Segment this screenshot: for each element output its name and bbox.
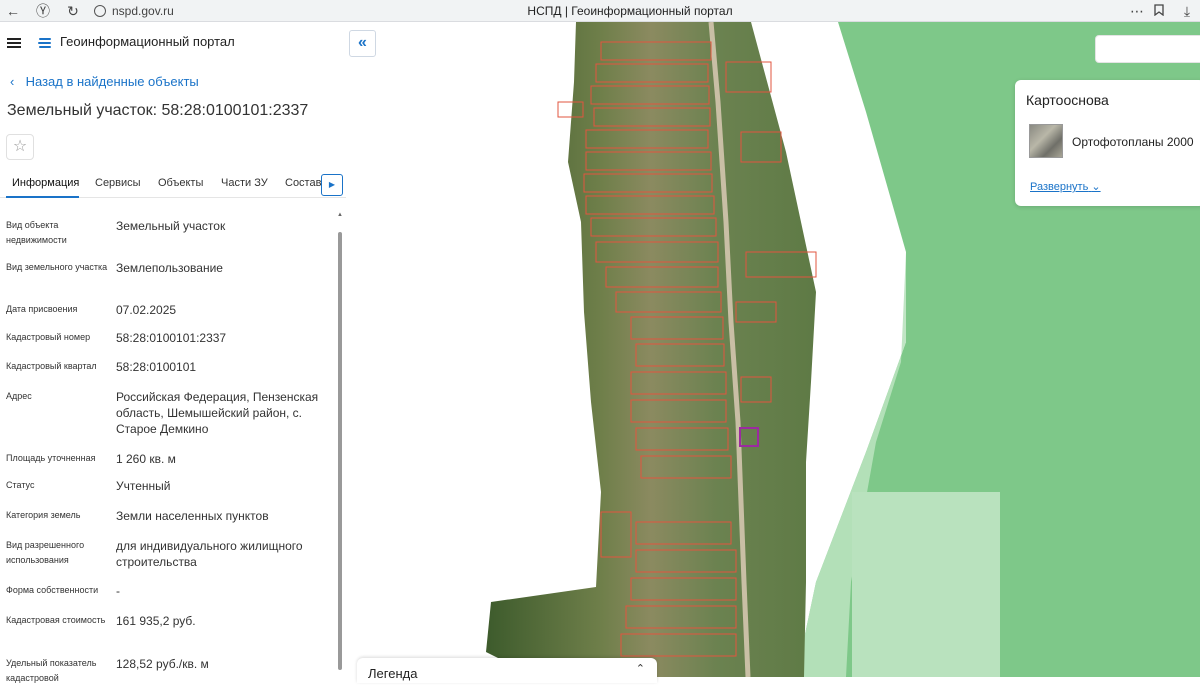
property-label: Статус xyxy=(6,480,35,490)
property-label: Вид объекта недвижимости xyxy=(6,220,67,245)
property-label: Удельный показатель кадастровой xyxy=(6,658,97,683)
property-value: 1 260 кв. м xyxy=(116,452,176,466)
chevron-left-icon: ‹ xyxy=(10,74,15,89)
expand-label: Развернуть xyxy=(1030,181,1089,193)
expand-basemap-link[interactable]: Развернуть ⌄ xyxy=(1030,180,1101,193)
legend-panel[interactable]: Легенда ⌃ xyxy=(357,658,657,683)
property-value: 128,52 руб./кв. м xyxy=(116,657,209,671)
orthophoto-strip xyxy=(486,22,816,677)
tab-composition[interactable]: Состав xyxy=(285,177,321,189)
property-value: Российская Федерация, Пензенская область… xyxy=(116,390,319,436)
property-value: 161 935,2 руб. xyxy=(116,614,196,628)
back-to-results-link[interactable]: ‹ Назад в найденные объекты xyxy=(10,74,199,89)
property-label: Форма собственности xyxy=(6,585,99,595)
page-title: Земельный участок: 58:28:0100101:2337 xyxy=(7,102,309,119)
property-label: Вид земельного участка xyxy=(6,262,108,272)
chevron-down-icon: ⌄ xyxy=(1091,181,1101,193)
chevron-up-icon[interactable]: ⌃ xyxy=(636,662,645,675)
property-label: Кадастровый номер xyxy=(6,332,91,342)
property-label: Площадь уточненная xyxy=(6,453,96,463)
back-link-label: Назад в найденные объекты xyxy=(25,74,199,89)
tab-parts[interactable]: Части ЗУ xyxy=(221,177,268,189)
property-label: Дата присвоения xyxy=(6,304,78,314)
basemap-title: Картооснова xyxy=(1026,92,1109,108)
property-value: Земельный участок xyxy=(116,219,226,233)
property-value: - xyxy=(116,584,120,598)
property-label: Кадастровый квартал xyxy=(6,361,97,371)
map-search-box[interactable] xyxy=(1095,35,1200,63)
property-value: 58:28:0100101:2337 xyxy=(116,331,227,345)
light-green-area xyxy=(852,492,1000,677)
tab-bar: Информация Сервисы Объекты Части ЗУ Сост… xyxy=(0,172,346,198)
download-icon[interactable]: ⤓ xyxy=(1178,2,1196,20)
tab-info[interactable]: Информация xyxy=(12,177,79,189)
panel-scrollbar[interactable] xyxy=(338,232,343,677)
basemap-panel: Картооснова Ортофотопланы 2000 Развернут… xyxy=(1015,80,1200,206)
address-bar[interactable]: nspd.gov.ru xyxy=(90,1,390,21)
menu-icon[interactable] xyxy=(7,38,21,48)
portal-title: Геоинформационный портал xyxy=(60,34,235,49)
property-label: Адрес xyxy=(6,391,32,401)
scroll-up-icon[interactable]: ▲ xyxy=(337,212,343,218)
tab-objects[interactable]: Объекты xyxy=(158,177,203,189)
property-value: Земли населенных пунктов xyxy=(116,509,269,523)
property-label: Категория земель xyxy=(6,510,81,520)
basemap-layer-name[interactable]: Ортофотопланы 2000 xyxy=(1072,135,1194,149)
favorite-star-icon[interactable]: ☆ xyxy=(6,134,34,160)
back-arrow-icon[interactable]: ← xyxy=(4,2,22,20)
info-panel: Геоинформационный портал ‹ Назад в найде… xyxy=(0,22,346,683)
tabs-scroll-right-icon[interactable]: ▶ xyxy=(321,174,343,196)
yandex-icon[interactable]: Ⓨ xyxy=(34,2,52,20)
url-text: nspd.gov.ru xyxy=(112,4,174,18)
browser-toolbar: ← Ⓨ ↻ nspd.gov.ru НСПД | Геоинформационн… xyxy=(0,0,1200,22)
property-value: 58:28:0100101 xyxy=(116,360,197,374)
reload-icon[interactable]: ↻ xyxy=(64,2,82,20)
property-label: Кадастровая стоимость xyxy=(6,615,106,625)
basemap-thumbnail[interactable] xyxy=(1029,124,1063,158)
collapse-panel-button[interactable]: « xyxy=(349,30,376,57)
property-value: для индивидуального жилищного строительс… xyxy=(116,539,303,569)
site-info-icon[interactable] xyxy=(94,5,106,17)
more-icon[interactable]: ⋯ xyxy=(1128,2,1146,20)
property-label: Вид разрешенного использования xyxy=(6,540,85,565)
bookmark-icon[interactable] xyxy=(1150,2,1168,20)
property-value: Учтенный xyxy=(116,479,171,493)
legend-title: Легенда xyxy=(368,666,418,681)
property-value: Землепользование xyxy=(116,261,223,275)
active-tab-indicator xyxy=(6,196,79,198)
portal-logo-icon xyxy=(37,35,53,51)
scroll-thumb[interactable] xyxy=(338,232,342,670)
property-value: 07.02.2025 xyxy=(116,303,177,317)
tab-services[interactable]: Сервисы xyxy=(95,177,141,189)
